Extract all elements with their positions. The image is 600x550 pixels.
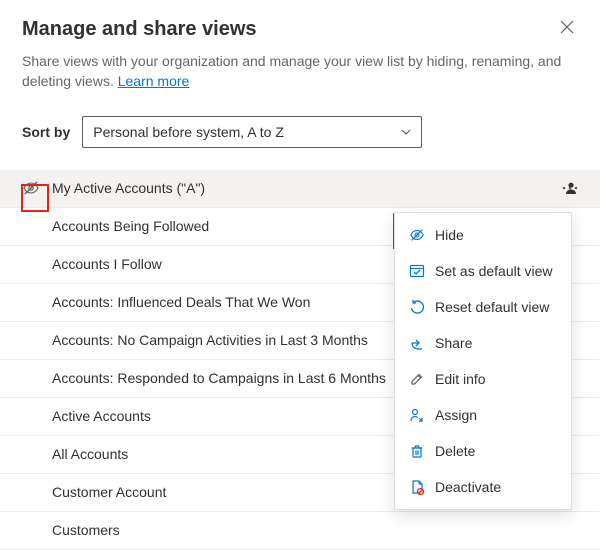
hide-icon bbox=[409, 227, 425, 243]
menu-label: Hide bbox=[435, 227, 464, 243]
menu-label: Assign bbox=[435, 407, 477, 423]
assign-icon bbox=[409, 407, 425, 423]
view-row[interactable]: Customers bbox=[0, 512, 600, 550]
menu-label: Reset default view bbox=[435, 299, 549, 315]
pencil-icon bbox=[409, 371, 425, 387]
more-icon bbox=[562, 186, 578, 190]
learn-more-link[interactable]: Learn more bbox=[118, 73, 190, 89]
menu-label: Delete bbox=[435, 443, 475, 459]
hidden-eye-icon bbox=[22, 179, 52, 197]
close-button[interactable] bbox=[556, 18, 578, 36]
menu-hide[interactable]: Hide bbox=[395, 217, 571, 253]
menu-share[interactable]: Share bbox=[395, 325, 571, 361]
description-text: Share views with your organization and m… bbox=[22, 53, 561, 89]
menu-label: Edit info bbox=[435, 371, 486, 387]
view-label: My Active Accounts ("A") bbox=[52, 180, 558, 196]
menu-deactivate[interactable]: Deactivate bbox=[395, 469, 571, 505]
view-row[interactable]: My Active Accounts ("A") bbox=[0, 170, 600, 208]
share-icon bbox=[409, 335, 425, 351]
trash-icon bbox=[409, 443, 425, 459]
menu-delete[interactable]: Delete bbox=[395, 433, 571, 469]
sort-by-label: Sort by bbox=[22, 124, 70, 140]
menu-reset-default[interactable]: Reset default view bbox=[395, 289, 571, 325]
reset-icon bbox=[409, 299, 425, 315]
menu-label: Deactivate bbox=[435, 479, 501, 495]
close-icon bbox=[560, 20, 574, 34]
menu-edit-info[interactable]: Edit info bbox=[395, 361, 571, 397]
menu-assign[interactable]: Assign bbox=[395, 397, 571, 433]
more-options-button[interactable] bbox=[562, 186, 578, 190]
menu-label: Set as default view bbox=[435, 263, 553, 279]
dialog-description: Share views with your organization and m… bbox=[22, 51, 562, 92]
context-menu: Hide Set as default view Reset default v… bbox=[394, 212, 572, 510]
default-view-icon bbox=[409, 263, 425, 279]
sort-by-value: Personal before system, A to Z bbox=[93, 124, 284, 140]
dialog-title: Manage and share views bbox=[22, 18, 257, 41]
menu-set-default[interactable]: Set as default view bbox=[395, 253, 571, 289]
sort-by-select[interactable]: Personal before system, A to Z bbox=[82, 116, 422, 148]
view-label: Customers bbox=[52, 522, 578, 538]
deactivate-icon bbox=[409, 479, 425, 495]
menu-label: Share bbox=[435, 335, 472, 351]
